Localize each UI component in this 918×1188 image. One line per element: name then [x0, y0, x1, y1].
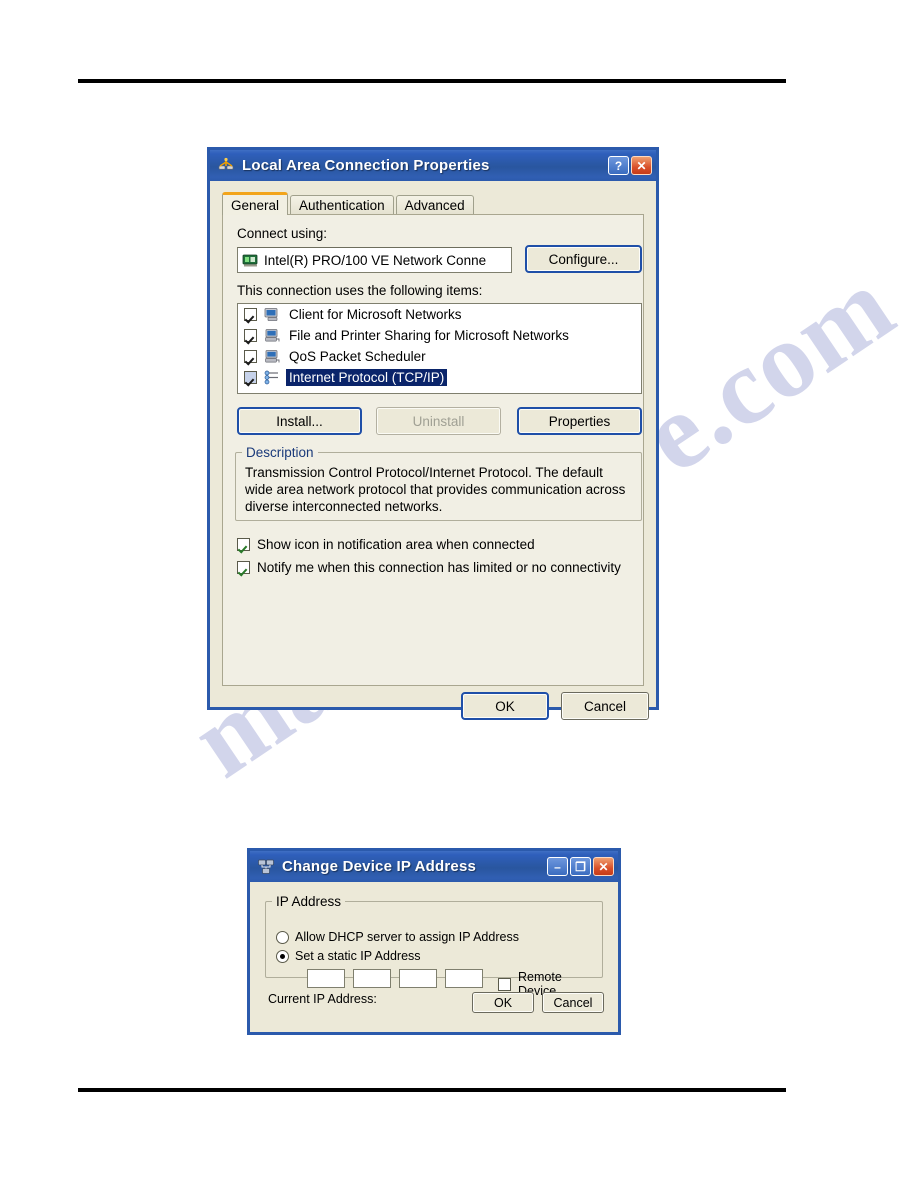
current-ip-label: Current IP Address:: [268, 992, 377, 1006]
ip-octet-3-input[interactable]: [399, 969, 437, 988]
static-ip-radio-row[interactable]: Set a static IP Address: [276, 949, 421, 963]
file-sharing-icon: [265, 329, 280, 342]
item-checkbox[interactable]: [244, 308, 257, 321]
list-item-label: Internet Protocol (TCP/IP): [286, 369, 448, 386]
uninstall-button: Uninstall: [376, 407, 501, 435]
list-item[interactable]: File and Printer Sharing for Microsoft N…: [238, 325, 641, 346]
change-device-ip-address-dialog: Change Device IP Address – ❐ ✕ IP Addres…: [247, 848, 621, 1035]
ip-dialog-titlebar[interactable]: Change Device IP Address – ❐ ✕: [247, 848, 621, 882]
list-item[interactable]: QoS Packet Scheduler: [238, 346, 641, 367]
items-label: This connection uses the following items…: [237, 283, 483, 298]
ip-dialog-title: Change Device IP Address: [282, 858, 477, 875]
close-button[interactable]: ✕: [631, 156, 652, 175]
configure-button[interactable]: Configure...: [525, 245, 642, 273]
lan-tabstrip: General Authentication Advanced: [222, 192, 644, 215]
lan-dialog-title: Local Area Connection Properties: [242, 157, 490, 174]
list-item-label: Client for Microsoft Networks: [289, 307, 462, 322]
ip-address-group: IP Address Allow DHCP server to assign I…: [265, 894, 603, 998]
tab-advanced[interactable]: Advanced: [395, 195, 474, 215]
list-item-label: File and Printer Sharing for Microsoft N…: [289, 328, 569, 343]
static-ip-radio[interactable]: [276, 949, 289, 963]
list-item[interactable]: Client for Microsoft Networks: [238, 304, 641, 325]
network-connection-icon: [218, 157, 234, 170]
minimize-button[interactable]: –: [547, 857, 568, 876]
page-footer-rule: [78, 1088, 786, 1092]
connect-using-label: Connect using:: [237, 226, 328, 241]
client-computer-icon: [264, 308, 278, 322]
tab-general[interactable]: General: [222, 192, 289, 215]
description-group: Description Transmission Control Protoco…: [235, 445, 642, 521]
adapter-name: Intel(R) PRO/100 VE Network Conne: [264, 252, 487, 268]
install-button[interactable]: Install...: [237, 407, 362, 435]
protocol-icon: [264, 370, 278, 385]
lan-dialog-body: General Authentication Advanced Connect …: [210, 181, 656, 738]
item-checkbox[interactable]: [244, 371, 257, 384]
item-checkbox[interactable]: [244, 350, 257, 363]
show-icon-checkbox[interactable]: [237, 538, 250, 551]
qos-scheduler-icon: [265, 350, 280, 363]
page-header-rule: [78, 79, 786, 83]
item-checkbox[interactable]: [244, 329, 257, 342]
notify-me-checkbox-row[interactable]: Notify me when this connection has limit…: [237, 560, 621, 575]
lan-dialog-titlebar[interactable]: Local Area Connection Properties ? ✕: [207, 147, 659, 181]
tab-authentication[interactable]: Authentication: [290, 195, 394, 215]
cancel-button[interactable]: Cancel: [561, 692, 649, 720]
cancel-button[interactable]: Cancel: [542, 992, 604, 1013]
ok-button[interactable]: OK: [472, 992, 534, 1013]
ok-button[interactable]: OK: [461, 692, 549, 720]
dhcp-radio[interactable]: [276, 930, 289, 944]
ip-octet-2-input[interactable]: [353, 969, 391, 988]
description-legend: Description: [246, 445, 314, 460]
general-tab-panel: Connect using: Intel(R) PRO/100 VE Netwo…: [222, 214, 644, 686]
dhcp-radio-label: Allow DHCP server to assign IP Address: [295, 930, 519, 944]
static-ip-radio-label: Set a static IP Address: [295, 949, 421, 963]
show-icon-label: Show icon in notification area when conn…: [257, 537, 535, 552]
adapter-field[interactable]: Intel(R) PRO/100 VE Network Conne: [237, 247, 512, 273]
ip-dialog-body: IP Address Allow DHCP server to assign I…: [250, 882, 618, 1063]
show-icon-checkbox-row[interactable]: Show icon in notification area when conn…: [237, 537, 535, 552]
dhcp-radio-row[interactable]: Allow DHCP server to assign IP Address: [276, 930, 519, 944]
description-text: Transmission Control Protocol/Internet P…: [245, 465, 626, 514]
properties-button[interactable]: Properties: [517, 407, 642, 435]
remote-device-checkbox[interactable]: [498, 977, 511, 991]
list-item[interactable]: Internet Protocol (TCP/IP): [238, 367, 641, 388]
close-button[interactable]: ✕: [593, 857, 614, 876]
notify-me-label: Notify me when this connection has limit…: [257, 560, 621, 575]
ip-octet-fields: [307, 969, 483, 988]
help-button[interactable]: ?: [608, 156, 629, 175]
ip-octet-4-input[interactable]: [445, 969, 483, 988]
list-item-label: QoS Packet Scheduler: [289, 349, 426, 364]
network-adapter-icon: [242, 254, 258, 266]
notify-me-checkbox[interactable]: [237, 561, 250, 574]
maximize-button[interactable]: ❐: [570, 857, 591, 876]
ip-octet-1-input[interactable]: [307, 969, 345, 988]
components-listbox[interactable]: Client for Microsoft Networks File and P…: [237, 303, 642, 394]
device-network-icon: [258, 859, 274, 874]
ip-address-legend: IP Address: [276, 894, 342, 909]
local-area-connection-properties-dialog: Local Area Connection Properties ? ✕ Gen…: [207, 147, 659, 720]
